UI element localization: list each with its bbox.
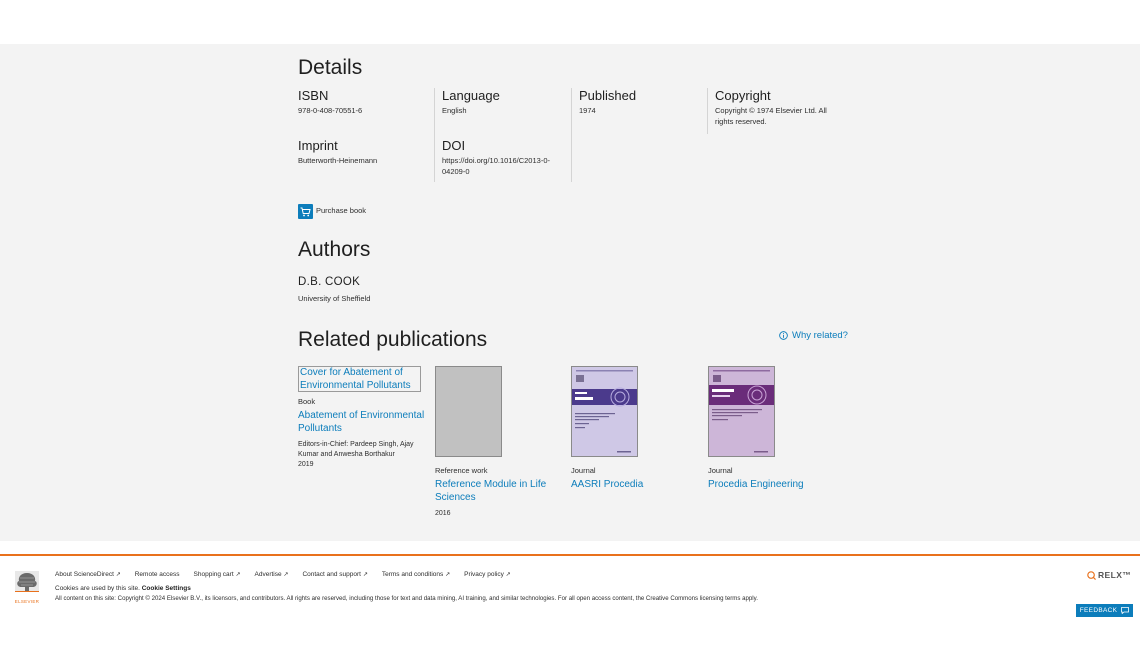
relx-logo[interactable]: RELX™ [1087,570,1131,580]
external-link-icon: ↗ [115,572,121,578]
details-heading: Details [298,56,363,79]
publication-title-line: Pollutants [298,422,342,434]
publication-year: 2016 [435,510,451,517]
copyright-value-line1: Copyright © 1974 Elsevier Ltd. All [715,106,827,115]
relx-wordmark: RELX™ [1098,570,1132,580]
publication-title-link[interactable]: AASRI Procedia [571,479,643,492]
publication-title-line: Reference Module in Life [435,479,547,490]
elsevier-logo[interactable]: ELSEVIER [13,570,41,604]
details-divider [571,88,572,182]
details-divider [707,88,708,134]
publication-editors-line1: Editors-in-Chief: Pardeep Singh, Ajay [298,441,414,448]
copyright-value-line2: rights reserved. [715,117,767,126]
publication-type: Journal [571,466,596,475]
speech-bubble-icon [1121,607,1130,614]
publication-title-line: Sciences [435,491,476,503]
relx-mark-icon [1087,570,1096,580]
footer-link-label: Terms and conditions [381,571,444,578]
external-link-icon: ↗ [283,572,289,578]
footer-link-terms[interactable]: Terms and conditions ↗ [382,571,450,578]
cookie-settings-link[interactable]: Cookie Settings [142,585,191,592]
published-label: Published [579,88,637,103]
info-icon [779,331,788,340]
publication-type: Reference work [435,466,488,475]
related-publications-heading: Related publications [298,328,488,351]
publication-editors-line2: Kumar and Anwesha Borthakur [298,451,395,458]
imprint-label: Imprint [298,138,338,153]
external-link-icon: ↗ [235,572,241,578]
copyright-label: Copyright [715,88,771,103]
feedback-button[interactable]: FEEDBACK [1076,604,1133,617]
isbn-label: ISBN [298,88,329,103]
language-label: Language [442,88,500,103]
main-content [0,44,1140,541]
footer-links: About ScienceDirect ↗ Remote access Shop… [55,571,511,578]
footer-link-privacy[interactable]: Privacy policy ↗ [464,571,511,578]
footer-link-label: Shopping cart [193,571,234,578]
footer-link-label: Contact and support [302,571,361,578]
published-value: 1974 [579,106,596,115]
footer-link-shopping-cart[interactable]: Shopping cart ↗ [194,571,241,578]
publication-title-link[interactable]: Procedia Engineering [708,479,804,492]
author-name: D.B. COOK [298,276,361,288]
external-link-icon: ↗ [505,572,511,578]
cookies-text: Cookies are used by this site. [55,585,140,592]
top-bar [0,0,1140,44]
publication-cover-broken[interactable]: Cover for Abatement of Environmental Pol… [298,366,421,392]
footer-link-contact[interactable]: Contact and support ↗ [302,571,367,578]
shopping-cart-icon [300,207,311,216]
doi-value-line1: https://doi.org/10.1016/C2013-0- [442,156,550,165]
elsevier-wordmark: ELSEVIER [14,599,40,604]
authors-heading: Authors [298,238,371,261]
footer-link-label: Advertise [254,571,282,578]
publication-cover[interactable] [435,366,502,457]
external-link-icon: ↗ [362,572,368,578]
journal-cover-art [709,367,774,456]
doi-label: DOI [442,138,466,153]
publication-title-link[interactable]: Reference Module in Life Sciences [435,479,546,504]
language-value: English [442,106,467,115]
imprint-value: Butterworth-Heinemann [298,156,378,165]
purchase-book-link[interactable]: Purchase book [316,206,366,217]
cover-alt-text: Cover for Abatement of [300,367,403,378]
cookies-notice: Cookies are used by this site. Cookie Se… [55,585,191,592]
publication-cover[interactable] [571,366,638,457]
journal-cover-art [572,367,637,456]
author-affiliation: University of Sheffield [298,294,371,303]
footer-link-remote-access[interactable]: Remote access [135,571,180,578]
doi-value-line2: 04209-0 [442,167,470,176]
why-related-link[interactable]: Why related? [779,330,848,341]
details-divider [434,88,435,182]
why-related-label[interactable]: Why related? [792,330,848,341]
publication-year: 2019 [298,461,314,468]
feedback-label: FEEDBACK [1079,607,1118,614]
footer-link-label: Remote access [134,571,180,578]
footer-link-advertise[interactable]: Advertise ↗ [255,571,289,578]
external-link-icon: ↗ [445,572,451,578]
footer-copyright: All content on this site: Copyright © 20… [55,595,758,602]
isbn-value: 978-0-408-70551-6 [298,106,363,115]
elsevier-tree-icon [15,571,39,592]
footer-link-about[interactable]: About ScienceDirect ↗ [55,571,121,578]
publication-type: Journal [708,466,733,475]
publication-title-line: Abatement of Environmental [298,410,425,421]
footer-link-label: Privacy policy [464,571,504,578]
publication-cover[interactable] [708,366,775,457]
purchase-book-button[interactable] [298,204,313,219]
publication-type: Book [298,397,316,406]
publication-title-link[interactable]: Abatement of Environmental Pollutants [298,410,424,435]
footer-link-label: About ScienceDirect [55,571,114,578]
cover-alt-text: Environmental Pollutants [300,379,411,391]
